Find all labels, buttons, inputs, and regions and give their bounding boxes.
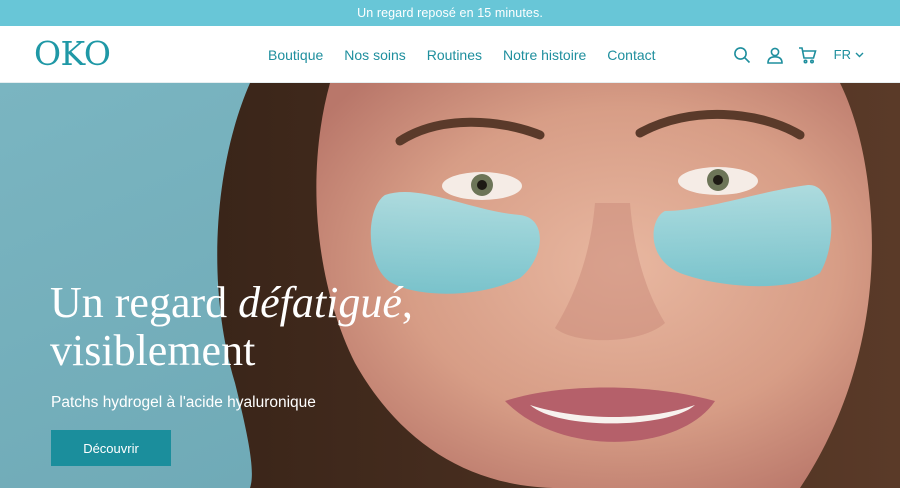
brand-logo[interactable]: OKO — [34, 34, 111, 74]
main-nav: Boutique Nos soins Routines Notre histoi… — [268, 26, 677, 83]
hero-banner: Un regard défatigué, visiblement Patchs … — [0, 83, 900, 488]
announcement-text: Un regard reposé en 15 minutes. — [357, 6, 543, 20]
header-tools: FR — [719, 26, 864, 83]
hero-title-part1: Un regard — [50, 278, 239, 327]
user-icon[interactable] — [765, 45, 785, 65]
search-icon[interactable] — [732, 45, 752, 65]
site-header: OKO Boutique Nos soins Routines Notre hi… — [0, 26, 900, 83]
hero-title-part2: , — [401, 278, 413, 327]
nav-nos-soins[interactable]: Nos soins — [344, 47, 405, 63]
hero-title: Un regard défatigué, visiblement — [50, 279, 413, 375]
language-selector[interactable]: FR — [834, 47, 864, 62]
hero-subtitle: Patchs hydrogel à l'acide hyaluronique — [51, 394, 316, 411]
nav-notre-histoire[interactable]: Notre histoire — [503, 47, 586, 63]
nav-routines[interactable]: Routines — [427, 47, 482, 63]
hero-title-emphasis: défatigué — [238, 278, 402, 327]
announcement-bar: Un regard reposé en 15 minutes. — [0, 0, 900, 26]
hero-title-line2: visiblement — [50, 326, 256, 375]
chevron-down-icon — [855, 52, 864, 57]
below-hero-strip — [0, 488, 900, 502]
nav-contact[interactable]: Contact — [607, 47, 655, 63]
cart-icon[interactable] — [798, 45, 818, 65]
discover-button[interactable]: Découvrir — [51, 430, 171, 466]
language-label: FR — [833, 47, 851, 62]
nav-boutique[interactable]: Boutique — [268, 47, 323, 63]
